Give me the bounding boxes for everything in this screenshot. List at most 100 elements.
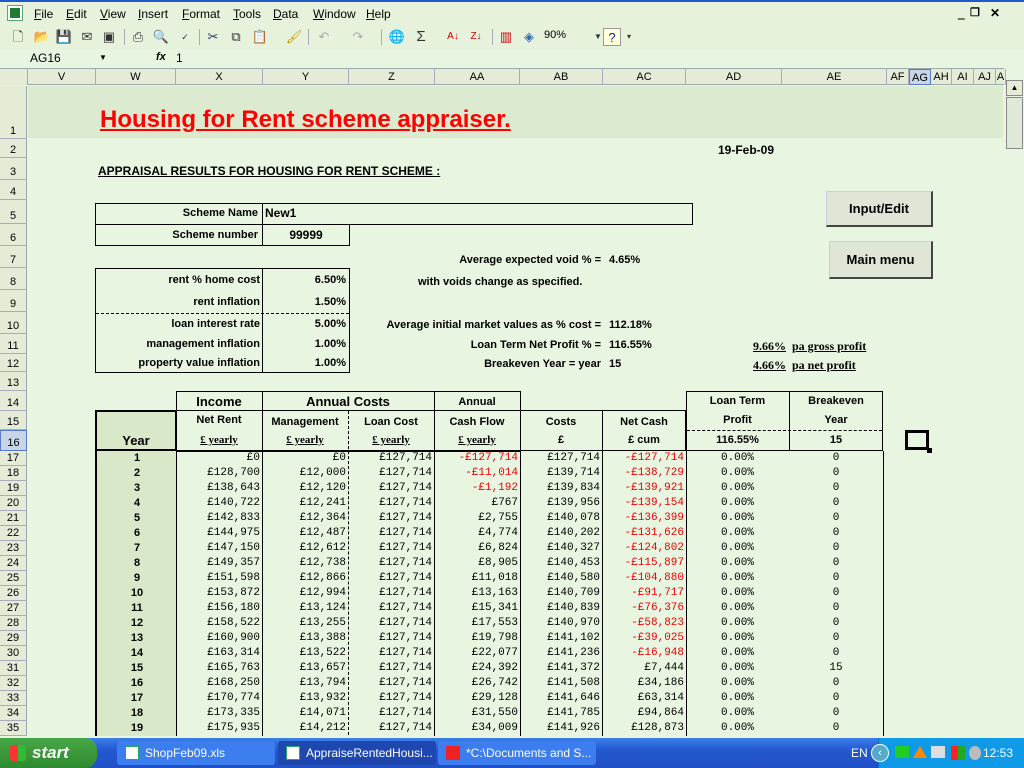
param-value[interactable]: 1.00% (265, 357, 346, 369)
costs-cell[interactable]: £140,709 (520, 586, 600, 601)
drawing-icon[interactable]: ◈ (520, 28, 538, 46)
cash-flow-cell[interactable]: £13,163 (434, 586, 518, 601)
breakeven-cell[interactable]: 0 (789, 481, 883, 496)
row-header-6[interactable]: 6 (0, 224, 27, 246)
breakeven-cell[interactable]: 15 (789, 661, 883, 676)
help-icon[interactable]: ? (603, 28, 621, 46)
hyperlink-icon[interactable]: 🌐 (388, 28, 406, 46)
row-header-23[interactable]: 23 (0, 541, 27, 556)
net-rent-cell[interactable]: £151,598 (176, 571, 260, 586)
profit-cell[interactable]: 0.00% (686, 616, 789, 631)
net-rent-cell[interactable]: £140,722 (176, 496, 260, 511)
year-cell[interactable]: 15 (97, 661, 177, 676)
year-cell[interactable]: 17 (97, 691, 177, 706)
year-cell[interactable]: 12 (97, 616, 177, 631)
profit-cell[interactable]: 0.00% (686, 676, 789, 691)
breakeven-cell[interactable]: 0 (789, 586, 883, 601)
zoom-select[interactable]: 90% (544, 29, 566, 41)
row-header-9[interactable]: 9 (0, 290, 27, 312)
loan-cost-cell[interactable]: £127,714 (348, 706, 432, 721)
task-documents-folder[interactable]: *C:\Documents and S... (438, 741, 596, 765)
management-cell[interactable]: £12,000 (262, 466, 346, 481)
col-header-aj[interactable]: AJ (974, 69, 996, 85)
sort-desc-icon[interactable]: Z↓ (467, 28, 485, 46)
management-cell[interactable]: £13,522 (262, 646, 346, 661)
print-preview-icon[interactable]: 🔍 (152, 28, 170, 46)
year-cell[interactable]: 4 (97, 496, 177, 511)
row-header-20[interactable]: 20 (0, 496, 27, 511)
param-value[interactable]: 6.50% (265, 274, 346, 286)
year-cell[interactable]: 11 (97, 601, 177, 616)
loan-cost-cell[interactable]: £127,714 (348, 571, 432, 586)
show-hidden-icons-icon[interactable]: ‹ (871, 744, 889, 762)
start-button[interactable]: start (0, 738, 97, 768)
profit-cell[interactable]: 0.00% (686, 631, 789, 646)
net-rent-cell[interactable]: £173,335 (176, 706, 260, 721)
minimize-icon[interactable]: ‗ (958, 6, 965, 20)
net-rent-cell[interactable]: £156,180 (176, 601, 260, 616)
net-cash-cell[interactable]: -£115,897 (602, 556, 684, 571)
profit-cell[interactable]: 0.00% (686, 511, 789, 526)
toolbar-options-icon[interactable]: ▾ (620, 28, 638, 46)
profit-cell[interactable]: 0.00% (686, 691, 789, 706)
row-header-34[interactable]: 34 (0, 706, 27, 721)
cash-flow-cell[interactable]: £24,392 (434, 661, 518, 676)
save-icon[interactable]: 💾 (55, 28, 73, 46)
col-header-ag[interactable]: AG (909, 69, 931, 85)
profit-cell[interactable]: 0.00% (686, 721, 789, 736)
cash-flow-cell[interactable]: £15,341 (434, 601, 518, 616)
net-rent-cell[interactable]: £147,150 (176, 541, 260, 556)
row-header-27[interactable]: 27 (0, 601, 27, 616)
loan-cost-cell[interactable]: £127,714 (348, 496, 432, 511)
net-cash-cell[interactable]: -£16,948 (602, 646, 684, 661)
row-header-14[interactable]: 14 (0, 391, 27, 411)
loan-cost-cell[interactable]: £127,714 (348, 676, 432, 691)
year-cell[interactable]: 9 (97, 571, 177, 586)
loan-cost-cell[interactable]: £127,714 (348, 646, 432, 661)
cash-flow-cell[interactable]: £6,824 (434, 541, 518, 556)
row-header-11[interactable]: 11 (0, 334, 27, 354)
loan-cost-cell[interactable]: £127,714 (348, 661, 432, 676)
row-header-28[interactable]: 28 (0, 616, 27, 631)
loan-cost-cell[interactable]: £127,714 (348, 451, 432, 466)
net-rent-cell[interactable]: £168,250 (176, 676, 260, 691)
management-cell[interactable]: £14,212 (262, 721, 346, 736)
volume-icon[interactable] (969, 746, 981, 760)
costs-cell[interactable]: £141,508 (520, 676, 600, 691)
costs-cell[interactable]: £141,102 (520, 631, 600, 646)
profit-cell[interactable]: 0.00% (686, 481, 789, 496)
row-header-22[interactable]: 22 (0, 526, 27, 541)
print-icon[interactable]: ⎙ (129, 28, 147, 46)
year-cell[interactable]: 14 (97, 646, 177, 661)
year-cell[interactable]: 2 (97, 466, 177, 481)
net-cash-cell[interactable]: -£39,025 (602, 631, 684, 646)
row-header-21[interactable]: 21 (0, 511, 27, 526)
year-cell[interactable]: 19 (97, 721, 177, 736)
firewall-icon[interactable] (913, 746, 927, 758)
loan-cost-cell[interactable]: £127,714 (348, 586, 432, 601)
paste-icon[interactable]: 📋 (251, 28, 269, 46)
net-rent-cell[interactable]: £163,314 (176, 646, 260, 661)
profit-cell[interactable]: 0.00% (686, 526, 789, 541)
profit-cell[interactable]: 0.00% (686, 556, 789, 571)
net-cash-cell[interactable]: £63,314 (602, 691, 684, 706)
row-header-1[interactable]: 1 (0, 86, 27, 139)
net-cash-cell[interactable]: -£58,823 (602, 616, 684, 631)
costs-cell[interactable]: £141,785 (520, 706, 600, 721)
loan-cost-cell[interactable]: £127,714 (348, 526, 432, 541)
excel-app-icon[interactable] (7, 5, 23, 21)
breakeven-cell[interactable]: 0 (789, 601, 883, 616)
net-cash-cell[interactable]: -£127,714 (602, 451, 684, 466)
net-cash-cell[interactable]: -£104,880 (602, 571, 684, 586)
net-cash-cell[interactable]: -£139,921 (602, 481, 684, 496)
loan-cost-cell[interactable]: £127,714 (348, 481, 432, 496)
management-cell[interactable]: £12,738 (262, 556, 346, 571)
sort-asc-icon[interactable]: A↓ (444, 28, 462, 46)
loan-cost-cell[interactable]: £127,714 (348, 511, 432, 526)
copy-icon[interactable]: ⧉ (227, 28, 245, 46)
profit-cell[interactable]: 0.00% (686, 571, 789, 586)
loan-cost-cell[interactable]: £127,714 (348, 631, 432, 646)
row-header-15[interactable]: 15 (0, 411, 27, 430)
management-cell[interactable]: £14,071 (262, 706, 346, 721)
costs-cell[interactable]: £140,970 (520, 616, 600, 631)
